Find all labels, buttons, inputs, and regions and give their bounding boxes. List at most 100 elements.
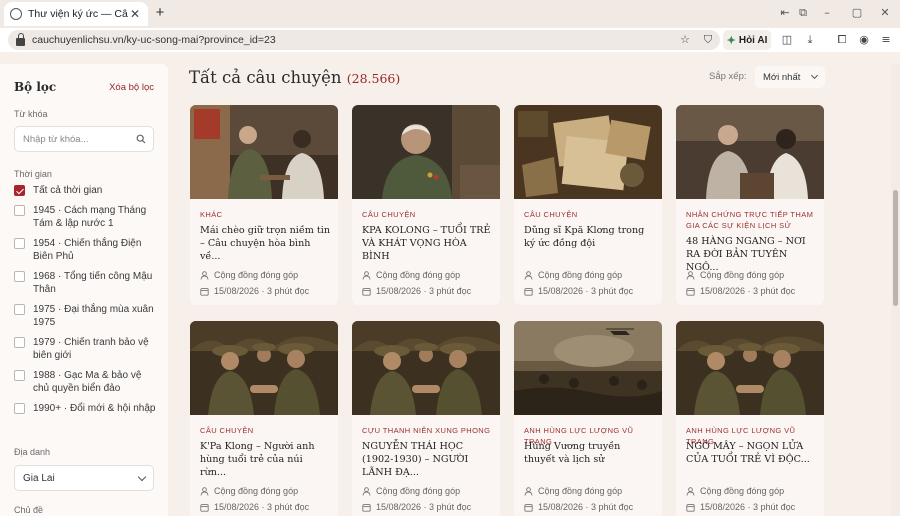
time-option[interactable]: 1968 · Tổng tiến công Mậu Thân bbox=[14, 270, 160, 296]
minimize-icon[interactable]: – bbox=[820, 6, 834, 20]
time-option-checkbox[interactable] bbox=[14, 238, 25, 249]
story-card[interactable]: CÂU CHUYỆN Dũng sĩ Kpă Klơng trong ký ức … bbox=[514, 105, 662, 305]
story-date: 15/08/2026 · 3 phút đọc bbox=[524, 502, 662, 512]
story-author: Cộng đồng đóng góp bbox=[524, 270, 662, 280]
story-date: 15/08/2026 · 3 phút đọc bbox=[200, 286, 338, 296]
story-thumbnail[interactable] bbox=[190, 105, 338, 199]
clear-filters-link[interactable]: Xóa bộ lọc bbox=[109, 82, 154, 93]
window-close-icon[interactable]: ✕ bbox=[878, 6, 892, 20]
user-icon bbox=[524, 270, 533, 280]
story-card[interactable]: KHÁC Mái chèo giữ trọn niềm tin – Câu chu… bbox=[190, 105, 338, 305]
story-card[interactable]: CÂU CHUYỆN K'Pa Klong – Người anh hùng tu… bbox=[190, 321, 338, 516]
download-icon[interactable]: ⤓ bbox=[803, 33, 817, 47]
story-title[interactable]: K'Pa Klong – Người anh hùng tuổi trẻ của… bbox=[200, 440, 330, 479]
user-icon bbox=[524, 486, 533, 496]
story-date: 15/08/2026 · 3 phút đọc bbox=[362, 286, 500, 296]
extension-icon[interactable]: ⧠ bbox=[835, 33, 849, 47]
story-card[interactable]: ANH HÙNG LỰC LƯỢNG VŨ TRANG Hùng Vương tr… bbox=[514, 321, 662, 516]
story-thumbnail[interactable] bbox=[514, 321, 662, 415]
story-thumbnail[interactable] bbox=[190, 321, 338, 415]
story-card[interactable]: CÂU CHUYỆN KPA KOLONG – TUỔI TRẺ VÀ KHÁT … bbox=[352, 105, 500, 305]
time-option-label: 1954 · Chiến thắng Điện Biên Phủ bbox=[33, 238, 142, 262]
time-option[interactable]: 1975 · Đại thắng mùa xuân 1975 bbox=[14, 303, 160, 329]
story-author: Cộng đồng đóng góp bbox=[200, 486, 338, 496]
ask-ai-button[interactable]: ✦ Hỏi AI bbox=[723, 30, 771, 50]
calendar-icon bbox=[362, 503, 371, 512]
story-title[interactable]: Dũng sĩ Kpă Klơng trong ký ức đồng đội bbox=[524, 224, 654, 250]
time-option[interactable]: 1990+ · Đổi mới & hội nhập bbox=[14, 402, 160, 415]
user-icon bbox=[200, 486, 209, 496]
menu-icon[interactable]: ≡ bbox=[879, 33, 893, 47]
keyword-input[interactable] bbox=[14, 126, 154, 152]
tab-title: Thư viện ký ức — Câu chuyện bbox=[28, 8, 128, 20]
story-author-text: Cộng đồng đóng góp bbox=[538, 270, 623, 280]
story-thumbnail[interactable] bbox=[514, 105, 662, 199]
time-option-checkbox[interactable] bbox=[14, 271, 25, 282]
story-title[interactable]: 48 HÀNG NGANG – NƠI RA ĐỜI BẢN TUYÊN NGÔ… bbox=[686, 235, 816, 274]
story-author: Cộng đồng đóng góp bbox=[686, 486, 824, 496]
calendar-icon bbox=[362, 287, 371, 296]
time-option[interactable]: 1945 · Cách mạng Tháng Tám & lập nước 1 bbox=[14, 204, 160, 230]
close-icon[interactable]: ✕ bbox=[128, 7, 142, 21]
story-author-text: Cộng đồng đóng góp bbox=[538, 486, 623, 496]
story-thumbnail[interactable] bbox=[676, 105, 824, 199]
story-author: Cộng đồng đóng góp bbox=[362, 486, 500, 496]
story-title[interactable]: NGUYỄN THÁI HỌC (1902-1930) – NGƯỜI LÃNH… bbox=[362, 440, 492, 479]
story-date: 15/08/2026 · 3 phút đọc bbox=[524, 286, 662, 296]
sort-value: Mới nhất bbox=[763, 71, 801, 83]
time-option[interactable]: 1954 · Chiến thắng Điện Biên Phủ bbox=[14, 237, 160, 263]
filter-title: Bộ lọc bbox=[14, 80, 57, 94]
time-option-label: 1979 · Chiến tranh bảo vệ biên giới bbox=[33, 337, 149, 361]
story-date-text: 15/08/2026 · 3 phút đọc bbox=[538, 286, 634, 296]
story-card[interactable]: NHÂN CHỨNG TRỰC TIẾP THAM GIA CÁC SỰ KIỆ… bbox=[676, 105, 824, 305]
story-category: CÂU CHUYỆN bbox=[362, 210, 416, 219]
account-icon[interactable]: ◉ bbox=[857, 33, 871, 47]
time-option[interactable]: 1979 · Chiến tranh bảo vệ biên giới bbox=[14, 336, 160, 362]
story-title[interactable]: KPA KOLONG – TUỔI TRẺ VÀ KHÁT VỌNG HÒA B… bbox=[362, 224, 492, 263]
topic-label: Chủ đề bbox=[14, 505, 44, 515]
user-icon bbox=[686, 270, 695, 280]
time-option-checkbox[interactable] bbox=[14, 403, 25, 414]
user-icon bbox=[362, 486, 371, 496]
browser-toolbar: cauchuyenlichsu.vn/ky-uc-song-mai?provin… bbox=[0, 28, 900, 52]
time-option[interactable]: Tất cả thời gian bbox=[14, 184, 160, 197]
place-select[interactable]: Gia Lai bbox=[14, 465, 154, 491]
story-author: Cộng đồng đóng góp bbox=[362, 270, 500, 280]
time-option[interactable]: 1988 · Gạc Ma & bảo vệ chủ quyền biển đả… bbox=[14, 369, 160, 395]
story-author-text: Cộng đồng đóng góp bbox=[214, 270, 299, 280]
time-option-checkbox[interactable] bbox=[14, 185, 25, 196]
bookmark-star-icon[interactable]: ☆ bbox=[679, 34, 691, 46]
time-option-checkbox[interactable] bbox=[14, 370, 25, 381]
tab-list-icon[interactable]: ⧉ bbox=[796, 6, 810, 20]
restore-icon[interactable]: ▢ bbox=[850, 6, 864, 20]
story-card[interactable]: ANH HÙNG LỰC LƯỢNG VŨ TRANG NGÔ MÂY – NGỌ… bbox=[676, 321, 824, 516]
sort-select[interactable]: Mới nhất bbox=[755, 66, 825, 88]
story-thumbnail[interactable] bbox=[352, 105, 500, 199]
page-title-text: Tất cả câu chuyện bbox=[189, 68, 342, 87]
keyword-label: Từ khóa bbox=[14, 109, 48, 119]
time-option-label: 1988 · Gạc Ma & bảo vệ chủ quyền biển đả… bbox=[33, 370, 142, 394]
story-date-text: 15/08/2026 · 3 phút đọc bbox=[376, 502, 472, 512]
scrollbar-thumb[interactable] bbox=[893, 190, 898, 306]
tab-search-icon[interactable]: ⇤ bbox=[778, 6, 792, 20]
story-title[interactable]: Hùng Vương truyền thuyết và lịch sử bbox=[524, 440, 654, 466]
calendar-icon bbox=[200, 503, 209, 512]
address-bar[interactable]: cauchuyenlichsu.vn/ky-uc-song-mai?provin… bbox=[8, 30, 720, 50]
story-thumbnail[interactable] bbox=[676, 321, 824, 415]
time-option-checkbox[interactable] bbox=[14, 205, 25, 216]
story-title[interactable]: NGÔ MÂY – NGỌN LỬA CỦA TUỔI TRẺ VÌ ĐỘC..… bbox=[686, 440, 816, 466]
new-tab-button[interactable]: + bbox=[152, 5, 168, 21]
time-option-checkbox[interactable] bbox=[14, 337, 25, 348]
story-title[interactable]: Mái chèo giữ trọn niềm tin – Câu chuyện … bbox=[200, 224, 330, 263]
story-thumbnail[interactable] bbox=[352, 321, 500, 415]
reader-view-icon[interactable]: ◫ bbox=[780, 33, 794, 47]
time-option-checkbox[interactable] bbox=[14, 304, 25, 315]
user-icon bbox=[200, 270, 209, 280]
story-card[interactable]: CỰU THANH NIÊN XUNG PHONG NGUYỄN THÁI HỌC… bbox=[352, 321, 500, 516]
time-option-label: 1945 · Cách mạng Tháng Tám & lập nước 1 bbox=[33, 205, 147, 229]
story-date-text: 15/08/2026 · 3 phút đọc bbox=[214, 502, 310, 512]
search-icon[interactable] bbox=[136, 134, 146, 144]
shield-icon[interactable]: ⛉ bbox=[702, 34, 714, 46]
story-date-text: 15/08/2026 · 3 phút đọc bbox=[700, 502, 796, 512]
browser-tab[interactable]: Thư viện ký ức — Câu chuyện ✕ bbox=[4, 2, 148, 26]
